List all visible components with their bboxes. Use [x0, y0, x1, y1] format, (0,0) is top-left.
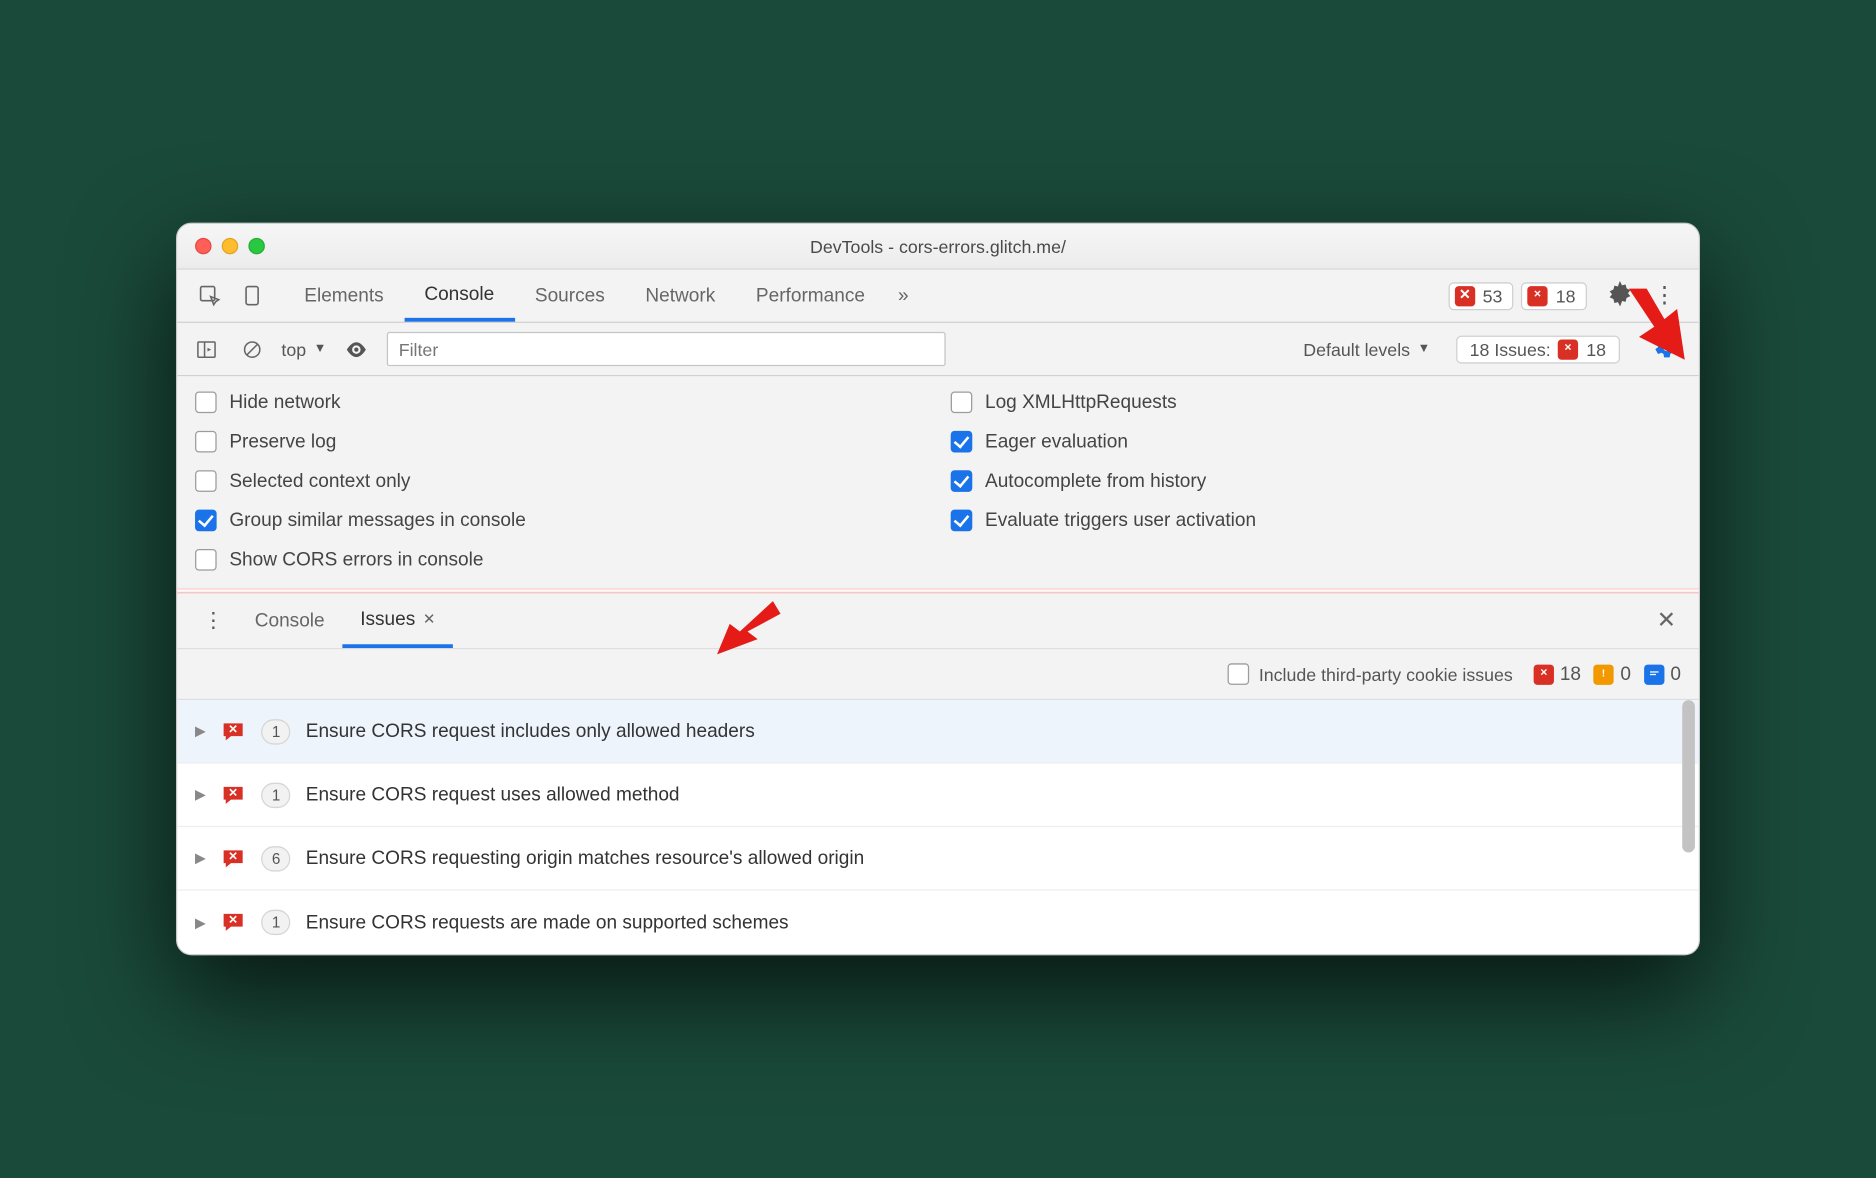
chevron-down-icon: ▼: [314, 342, 327, 356]
issue-count-badge: 6: [262, 846, 291, 871]
checkbox-icon: [951, 392, 973, 414]
speech-error-icon: ✕: [221, 846, 246, 871]
checkbox-icon: [195, 392, 217, 414]
issue-row[interactable]: ▶ ✕ 6 Ensure CORS requesting origin matc…: [177, 827, 1698, 891]
checkbox-third-party-cookies[interactable]: Include third-party cookie issues: [1227, 663, 1513, 685]
svg-text:✕: ✕: [229, 849, 239, 862]
issue-count-badge: 1: [262, 782, 291, 807]
disclosure-triangle-icon[interactable]: ▶: [195, 850, 206, 867]
error-icon: ✕: [1455, 285, 1475, 305]
message-count-badge[interactable]: ✕ 18: [1521, 282, 1587, 310]
error-count-badge[interactable]: ✕ 53: [1448, 282, 1514, 310]
more-tabs-button[interactable]: »: [885, 285, 921, 307]
window-title: DevTools - cors-errors.glitch.me/: [177, 236, 1698, 256]
speech-error-icon: ✕: [1533, 664, 1553, 684]
svg-text:✕: ✕: [1534, 288, 1542, 298]
live-expression-icon[interactable]: [339, 331, 375, 367]
inspect-element-icon[interactable]: [187, 276, 231, 315]
checkbox-log-xhr[interactable]: Log XMLHttpRequests: [951, 392, 1681, 414]
device-toolbar-icon[interactable]: [232, 276, 276, 315]
speech-warning-icon: !: [1594, 664, 1614, 684]
disclosure-triangle-icon[interactable]: ▶: [195, 723, 206, 740]
issue-row[interactable]: ▶ ✕ 1 Ensure CORS requests are made on s…: [177, 891, 1698, 955]
drawer-kebab-icon[interactable]: ⋮: [190, 608, 237, 633]
scrollbar[interactable]: [1681, 700, 1696, 954]
console-settings-panel: Hide network Log XMLHttpRequests Preserv…: [177, 376, 1698, 589]
scrollbar-thumb[interactable]: [1682, 700, 1695, 852]
main-tabstrip: Elements Console Sources Network Perform…: [177, 270, 1698, 323]
checkbox-evaluate-triggers[interactable]: Evaluate triggers user activation: [951, 510, 1681, 532]
log-levels-select[interactable]: Default levels ▼: [1303, 339, 1430, 359]
filter-input[interactable]: [387, 332, 946, 366]
issues-warning-count[interactable]: ! 0: [1594, 663, 1631, 685]
issue-row[interactable]: ▶ ✕ 1 Ensure CORS request includes only …: [177, 700, 1698, 764]
svg-text:✕: ✕: [229, 913, 239, 926]
disclosure-triangle-icon[interactable]: ▶: [195, 914, 206, 931]
clear-console-icon[interactable]: [236, 332, 269, 365]
disclosure-triangle-icon[interactable]: ▶: [195, 786, 206, 803]
svg-text:✕: ✕: [1565, 342, 1573, 352]
checkbox-icon: [1227, 663, 1249, 685]
checkbox-icon: [951, 510, 973, 532]
checkbox-icon: [195, 431, 217, 453]
svg-text:✕: ✕: [1539, 667, 1547, 677]
close-tab-icon[interactable]: ✕: [423, 610, 436, 628]
checkbox-hide-network[interactable]: Hide network: [195, 392, 925, 414]
speech-error-icon: ✕: [221, 719, 246, 744]
issues-error-count[interactable]: ✕ 18: [1533, 663, 1581, 685]
speech-error-icon: ✕: [1558, 339, 1578, 359]
gear-icon[interactable]: [1600, 280, 1641, 310]
issue-row[interactable]: ▶ ✕ 1 Ensure CORS request uses allowed m…: [177, 764, 1698, 828]
checkbox-group-similar[interactable]: Group similar messages in console: [195, 510, 925, 532]
tab-sources[interactable]: Sources: [515, 270, 626, 322]
issue-count-badge: 1: [262, 910, 291, 935]
titlebar: DevTools - cors-errors.glitch.me/: [177, 224, 1698, 270]
issue-title: Ensure CORS request uses allowed method: [306, 784, 680, 806]
issue-title: Ensure CORS requests are made on support…: [306, 912, 789, 934]
checkbox-icon: [195, 470, 217, 492]
checkbox-show-cors-errors[interactable]: Show CORS errors in console: [195, 549, 925, 571]
speech-error-icon: ✕: [1528, 285, 1548, 305]
drawer-tab-issues[interactable]: Issues ✕: [342, 593, 453, 648]
svg-text:!: !: [1602, 668, 1605, 679]
checkbox-selected-context[interactable]: Selected context only: [195, 470, 925, 492]
drawer-tabstrip: ⋮ Console Issues ✕ ✕: [177, 593, 1698, 649]
console-settings-gear-icon[interactable]: [1648, 328, 1686, 370]
tab-console[interactable]: Console: [404, 270, 515, 322]
console-toolbar: top ▼ Default levels ▼ 18 Issues: ✕ 18: [177, 323, 1698, 376]
issues-toolbar: Include third-party cookie issues ✕ 18 !…: [177, 649, 1698, 700]
svg-text:✕: ✕: [229, 786, 239, 799]
tab-elements[interactable]: Elements: [284, 270, 404, 322]
svg-text:✕: ✕: [229, 722, 239, 735]
close-drawer-icon[interactable]: ✕: [1647, 607, 1686, 634]
issue-title: Ensure CORS requesting origin matches re…: [306, 847, 864, 869]
kebab-menu-icon[interactable]: ⋮: [1640, 282, 1688, 309]
checkbox-icon: [951, 431, 973, 453]
speech-info-icon: [1644, 664, 1664, 684]
checkbox-icon: [195, 510, 217, 532]
tab-network[interactable]: Network: [625, 270, 736, 322]
checkbox-autocomplete-history[interactable]: Autocomplete from history: [951, 470, 1681, 492]
checkbox-preserve-log[interactable]: Preserve log: [195, 431, 925, 453]
speech-error-icon: ✕: [221, 782, 246, 807]
show-console-sidebar-icon[interactable]: [190, 332, 223, 365]
tab-performance[interactable]: Performance: [736, 270, 886, 322]
devtools-window: DevTools - cors-errors.glitch.me/ Elemen…: [176, 223, 1700, 956]
context-selector[interactable]: top ▼: [281, 339, 326, 359]
speech-error-icon: ✕: [221, 910, 246, 935]
checkbox-eager-eval[interactable]: Eager evaluation: [951, 431, 1681, 453]
checkbox-icon: [951, 470, 973, 492]
issues-list: ▶ ✕ 1 Ensure CORS request includes only …: [177, 700, 1698, 954]
issue-count-badge: 1: [262, 719, 291, 744]
drawer-tab-console[interactable]: Console: [237, 593, 342, 648]
issues-info-count[interactable]: 0: [1644, 663, 1681, 685]
chevron-down-icon: ▼: [1418, 342, 1431, 356]
issues-counter[interactable]: 18 Issues: ✕ 18: [1456, 335, 1620, 363]
checkbox-icon: [195, 549, 217, 571]
issue-title: Ensure CORS request includes only allowe…: [306, 720, 755, 742]
